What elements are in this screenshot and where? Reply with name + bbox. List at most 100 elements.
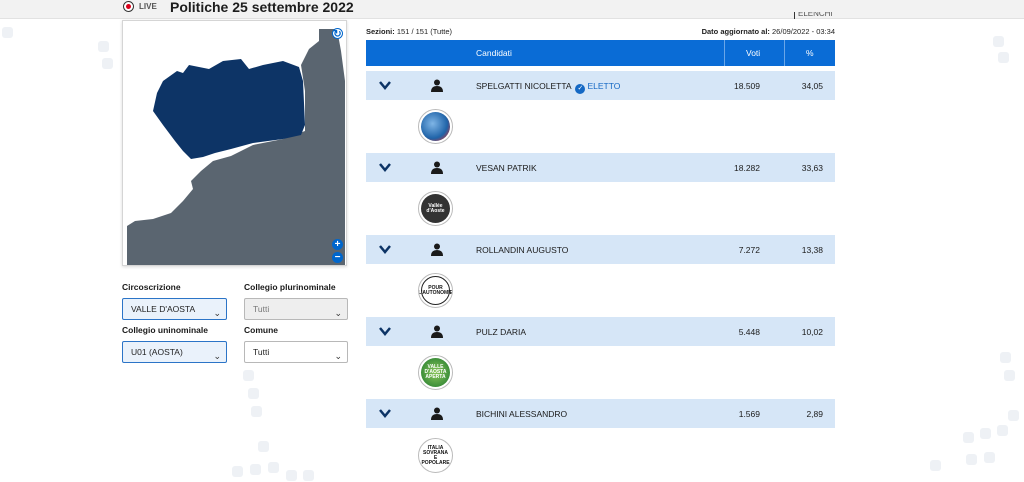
- collegio-plurinominale-value: Tutti: [253, 304, 270, 314]
- decor-square: [102, 58, 113, 69]
- chevron-down-icon[interactable]: [378, 78, 392, 92]
- collegio-plurinominale-select[interactable]: Tutti ⌄: [244, 298, 348, 320]
- candidate-votes: 1.569: [738, 409, 760, 419]
- party-logo-text: Vallée d'Aoste: [426, 202, 445, 214]
- header-voti[interactable]: Voti: [746, 48, 760, 58]
- candidate-name: BICHINI ALESSANDRO: [476, 409, 568, 419]
- party-logo: Vallée d'Aoste: [418, 191, 453, 226]
- chevron-down-icon[interactable]: [378, 160, 392, 174]
- comune-label: Comune: [244, 325, 278, 335]
- chevron-down-icon[interactable]: [378, 242, 392, 256]
- comune-value: Tutti: [253, 347, 270, 357]
- party-logo-graphic: Vallée d'Aoste: [421, 194, 450, 223]
- decor-square: [1008, 410, 1019, 421]
- candidate-percent: 34,05: [801, 81, 823, 91]
- decor-square: [243, 370, 254, 381]
- zoom-in-icon[interactable]: +: [332, 239, 343, 250]
- chevron-down-icon: ⌄: [334, 351, 342, 361]
- decor-square: [303, 470, 314, 481]
- candidate-row[interactable]: PULZ DARIA 5.448 10,02: [366, 317, 835, 346]
- partial-elenchi-tab[interactable]: ELENCHI: [794, 12, 833, 19]
- chevron-down-icon: ⌄: [213, 351, 221, 361]
- chevron-down-icon[interactable]: [378, 406, 392, 420]
- candidate-percent: 33,63: [801, 163, 823, 173]
- decor-square: [997, 425, 1008, 436]
- person-icon: [431, 407, 443, 420]
- live-record-icon: [123, 1, 134, 12]
- party-logo: POUR L'AUTONOMIE: [418, 273, 453, 308]
- check-circle-icon: ✓: [575, 84, 586, 94]
- party-logo-graphic: ITALIA SOVRANA E POPOLARE: [421, 441, 450, 470]
- top-bar: LIVE Politiche 25 settembre 2022 ELENCHI: [0, 0, 1024, 19]
- zoom-out-icon[interactable]: −: [332, 252, 343, 263]
- candidate-name: VESAN PATRIK: [476, 163, 537, 173]
- candidate-votes: 5.448: [738, 327, 760, 337]
- decor-square: [980, 428, 991, 439]
- candidate-name-wrap: SPELGATTI NICOLETTA ✓ ELETTO: [476, 81, 620, 94]
- party-logo: ITALIA SOVRANA E POPOLARE: [418, 438, 453, 473]
- updated-value: 26/09/2022 - 03:34: [772, 27, 835, 36]
- header-separator: [724, 40, 725, 66]
- decor-square: [98, 41, 109, 52]
- candidate-name: SPELGATTI NICOLETTA: [476, 81, 572, 91]
- party-logo-graphic: VALLE D'AOSTA APERTA: [421, 358, 450, 387]
- decor-square: [286, 470, 297, 481]
- party-logo-graphic: POUR L'AUTONOMIE: [418, 276, 453, 305]
- candidate-row[interactable]: VESAN PATRIK 18.282 33,63: [366, 153, 835, 182]
- comune-select[interactable]: Tutti ⌄: [244, 341, 348, 363]
- candidate-row[interactable]: BICHINI ALESSANDRO 1.569 2,89: [366, 399, 835, 428]
- candidate-row[interactable]: ROLLANDIN AUGUSTO 7.272 13,38: [366, 235, 835, 264]
- decor-square: [1004, 370, 1015, 381]
- sezioni-value: 151 / 151 (Tutte): [396, 27, 453, 36]
- sezioni-label: Sezioni:: [366, 27, 395, 36]
- collegio-plurinominale-label: Collegio plurinominale: [244, 282, 336, 292]
- map-panel[interactable]: ↻ + −: [122, 20, 347, 266]
- party-logo: [418, 109, 453, 144]
- page-title: Politiche 25 settembre 2022: [170, 0, 354, 15]
- region-map[interactable]: [123, 21, 346, 265]
- chevron-down-icon[interactable]: [378, 324, 392, 338]
- decor-square: [251, 406, 262, 417]
- elected-badge: ELETTO: [587, 81, 621, 91]
- live-label: LIVE: [139, 2, 157, 11]
- decor-square: [963, 432, 974, 443]
- circoscrizione-select[interactable]: VALLE D'AOSTA ⌄: [122, 298, 227, 320]
- chevron-down-icon: ⌄: [334, 308, 342, 318]
- party-logo-text: POUR L'AUTONOMIE: [418, 284, 453, 296]
- header-percent[interactable]: %: [806, 48, 814, 58]
- collegio-uninominale-value: U01 (AOSTA): [131, 347, 183, 357]
- decor-square: [250, 464, 261, 475]
- person-icon: [431, 161, 443, 174]
- decor-square: [232, 466, 243, 477]
- decor-square: [2, 27, 13, 38]
- decor-square: [268, 462, 279, 473]
- person-icon: [431, 243, 443, 256]
- candidate-votes: 7.272: [738, 245, 760, 255]
- decor-square: [966, 454, 977, 465]
- chevron-down-icon: ⌄: [213, 308, 221, 318]
- header-separator: [784, 40, 785, 66]
- live-indicator[interactable]: LIVE: [123, 1, 157, 12]
- candidate-votes: 18.282: [734, 163, 760, 173]
- candidate-name: ROLLANDIN AUGUSTO: [476, 245, 569, 255]
- results-table-header: Candidati Voti %: [366, 40, 835, 66]
- candidate-row[interactable]: SPELGATTI NICOLETTA ✓ ELETTO 18.509 34,05: [366, 71, 835, 100]
- person-icon: [431, 79, 443, 92]
- decor-square: [248, 388, 259, 399]
- candidate-percent: 13,38: [801, 245, 823, 255]
- circoscrizione-value: VALLE D'AOSTA: [131, 304, 196, 314]
- candidate-percent: 2,89: [806, 409, 823, 419]
- collegio-uninominale-label: Collegio uninominale: [122, 325, 208, 335]
- decor-square: [1000, 352, 1011, 363]
- candidate-name: PULZ DARIA: [476, 327, 527, 337]
- header-candidati[interactable]: Candidati: [476, 48, 512, 58]
- person-icon: [431, 325, 443, 338]
- decor-square: [930, 460, 941, 471]
- collegio-uninominale-select[interactable]: U01 (AOSTA) ⌄: [122, 341, 227, 363]
- decor-square: [258, 441, 269, 452]
- party-logo-text: VALLE D'AOSTA APERTA: [424, 364, 447, 380]
- decor-square: [984, 452, 995, 463]
- sezioni-info: Sezioni: 151 / 151 (Tutte): [366, 27, 452, 36]
- updated-info: Dato aggiornato al: 26/09/2022 - 03:34: [702, 27, 835, 36]
- refresh-icon[interactable]: ↻: [332, 28, 343, 40]
